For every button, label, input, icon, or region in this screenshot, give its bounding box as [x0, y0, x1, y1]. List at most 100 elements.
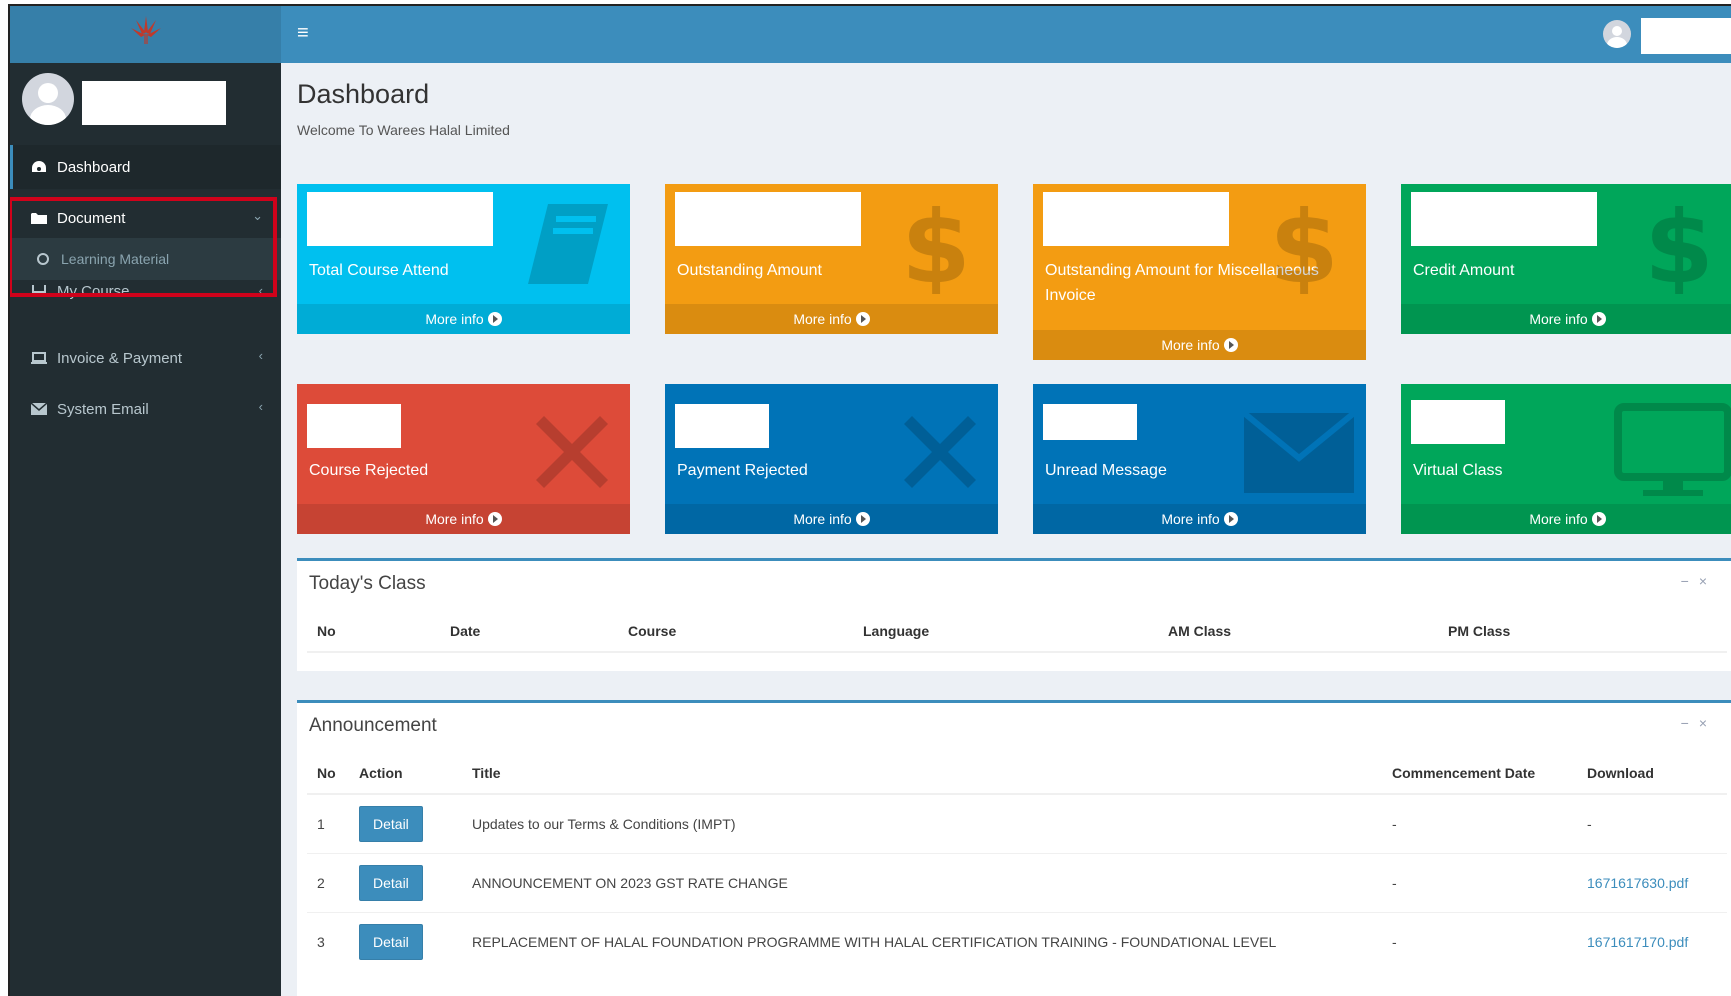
- chevron-left-icon: ‹: [258, 399, 263, 414]
- tile-value-redacted: [1411, 400, 1505, 444]
- more-info-link[interactable]: More info: [1033, 504, 1366, 534]
- tile-course-rejected: Course Rejected More info: [297, 384, 630, 534]
- user-avatar[interactable]: [22, 73, 74, 125]
- arrow-circle-right-icon: [855, 512, 870, 526]
- user-silhouette-icon: [30, 83, 66, 125]
- tile-value-redacted: [675, 404, 769, 448]
- more-info-link[interactable]: More info: [297, 304, 630, 334]
- column-header[interactable]: Title: [462, 753, 1382, 795]
- minus-icon[interactable]: −: [1681, 715, 1699, 731]
- sidebar-item-dashboard[interactable]: Dashboard: [10, 145, 281, 189]
- todays-class-table: No Date Course Language AM Class PM Clas…: [307, 611, 1727, 653]
- detail-button[interactable]: Detail: [359, 806, 423, 842]
- download-cell: 1671617170.pdf: [1577, 912, 1727, 971]
- column-header[interactable]: Language: [853, 611, 1158, 653]
- user-silhouette-icon: [1607, 26, 1627, 48]
- download-cell: -: [1577, 793, 1727, 854]
- cross-icon: [904, 416, 976, 488]
- more-info-link[interactable]: More info: [297, 504, 630, 534]
- table-header-row: No Action Title Commencement Date Downlo…: [307, 753, 1727, 795]
- sidebar-item-label: Learning Material: [61, 251, 170, 267]
- more-info-link[interactable]: More info: [1401, 304, 1731, 334]
- download-link[interactable]: 1671617630.pdf: [1587, 875, 1688, 891]
- more-info-label: More info: [1529, 311, 1588, 327]
- user-panel: [10, 63, 281, 143]
- more-info-link[interactable]: More info: [665, 304, 998, 334]
- commencement-date: -: [1382, 912, 1577, 971]
- hamburger-icon[interactable]: ≡: [297, 22, 309, 45]
- tile-value-redacted: [307, 404, 401, 448]
- column-header[interactable]: No: [307, 753, 349, 795]
- download-link[interactable]: 1671617170.pdf: [1587, 934, 1688, 950]
- close-icon[interactable]: ×: [1699, 715, 1717, 731]
- more-info-label: More info: [425, 511, 484, 527]
- more-info-label: More info: [1161, 511, 1220, 527]
- panel-title: Today's Class: [309, 573, 426, 594]
- app-frame: Dashboard Document ⌄ Learning Material M…: [8, 4, 1731, 996]
- commencement-date: -: [1382, 793, 1577, 854]
- table-header-row: No Date Course Language AM Class PM Clas…: [307, 611, 1727, 653]
- column-header[interactable]: Commencement Date: [1382, 753, 1577, 795]
- more-info-label: More info: [793, 311, 852, 327]
- close-icon[interactable]: ×: [1699, 573, 1717, 589]
- column-header[interactable]: Download: [1577, 753, 1727, 795]
- detail-button[interactable]: Detail: [359, 865, 423, 901]
- announcement-title: REPLACEMENT OF HALAL FOUNDATION PROGRAMM…: [462, 912, 1382, 971]
- arrow-circle-right-icon: [1223, 512, 1238, 526]
- tile-value-redacted: [1043, 192, 1229, 246]
- arrow-circle-right-icon: [855, 312, 870, 326]
- detail-button[interactable]: Detail: [359, 924, 423, 960]
- tile-unread-message: Unread Message More info: [1033, 384, 1366, 534]
- sidebar-item-label: Document: [57, 209, 126, 227]
- tile-virtual-class: Virtual Class More info: [1401, 384, 1731, 534]
- tile-outstanding-misc-invoice: Outstanding Amount for Miscellaneous Inv…: [1033, 184, 1366, 360]
- more-info-label: More info: [425, 311, 484, 327]
- envelope-icon: [1244, 410, 1354, 493]
- more-info-label: More info: [793, 511, 852, 527]
- page-subtitle: Welcome To Warees Halal Limited: [297, 122, 510, 138]
- sidebar-item-system-email[interactable]: System Email ‹: [10, 387, 281, 431]
- folder-icon: [30, 212, 48, 225]
- header-avatar[interactable]: [1603, 20, 1631, 48]
- envelope-icon: [30, 403, 48, 415]
- row-number: 1: [307, 793, 349, 854]
- minus-icon[interactable]: −: [1681, 573, 1699, 589]
- sidebar-item-label: My Course: [57, 285, 130, 300]
- column-header[interactable]: AM Class: [1158, 611, 1438, 653]
- top-navbar: ≡: [281, 6, 1731, 63]
- sidebar-item-label: Invoice & Payment: [57, 349, 183, 367]
- arrow-circle-right-icon: [487, 312, 502, 326]
- row-number: 3: [307, 912, 349, 971]
- column-header[interactable]: Date: [440, 611, 618, 653]
- more-info-link[interactable]: More info: [1033, 330, 1366, 360]
- more-info-link[interactable]: More info: [665, 504, 998, 534]
- chevron-down-icon: ⌄: [252, 208, 263, 223]
- arrow-circle-right-icon: [1591, 512, 1606, 526]
- table-row: 3 Detail REPLACEMENT OF HALAL FOUNDATION…: [307, 912, 1727, 971]
- header-user-name-redacted[interactable]: [1641, 18, 1731, 54]
- action-cell: Detail: [349, 912, 462, 971]
- book-icon: [528, 204, 608, 284]
- dashboard-icon: [30, 160, 48, 174]
- tile-payment-rejected: Payment Rejected More info: [665, 384, 998, 534]
- tile-outstanding-amount: Outstanding Amount $ More info: [665, 184, 998, 334]
- column-header[interactable]: Course: [618, 611, 853, 653]
- sidebar: Dashboard Document ⌄ Learning Material M…: [10, 6, 281, 996]
- arrow-circle-right-icon: [1223, 338, 1238, 352]
- announcement-panel: Announcement −× No Action Title Commence…: [297, 700, 1731, 996]
- sidebar-item-learning-material[interactable]: Learning Material: [10, 238, 281, 280]
- logo-area[interactable]: [10, 6, 281, 63]
- laptop-icon: [30, 351, 48, 365]
- dollar-icon: $: [1269, 194, 1339, 294]
- commencement-date: -: [1382, 853, 1577, 913]
- tile-total-course-attend: Total Course Attend More info: [297, 184, 630, 334]
- more-info-link[interactable]: More info: [1401, 504, 1731, 534]
- sidebar-item-my-course[interactable]: My Course ‹: [10, 285, 281, 315]
- column-header[interactable]: No: [307, 611, 440, 653]
- announcement-title: ANNOUNCEMENT ON 2023 GST RATE CHANGE: [462, 853, 1382, 913]
- column-header[interactable]: Action: [349, 753, 462, 795]
- sidebar-item-invoice-payment[interactable]: Invoice & Payment ‹: [10, 336, 281, 380]
- column-header[interactable]: PM Class: [1438, 611, 1727, 653]
- sidebar-item-document[interactable]: Document ⌄: [10, 196, 281, 240]
- action-cell: Detail: [349, 793, 462, 854]
